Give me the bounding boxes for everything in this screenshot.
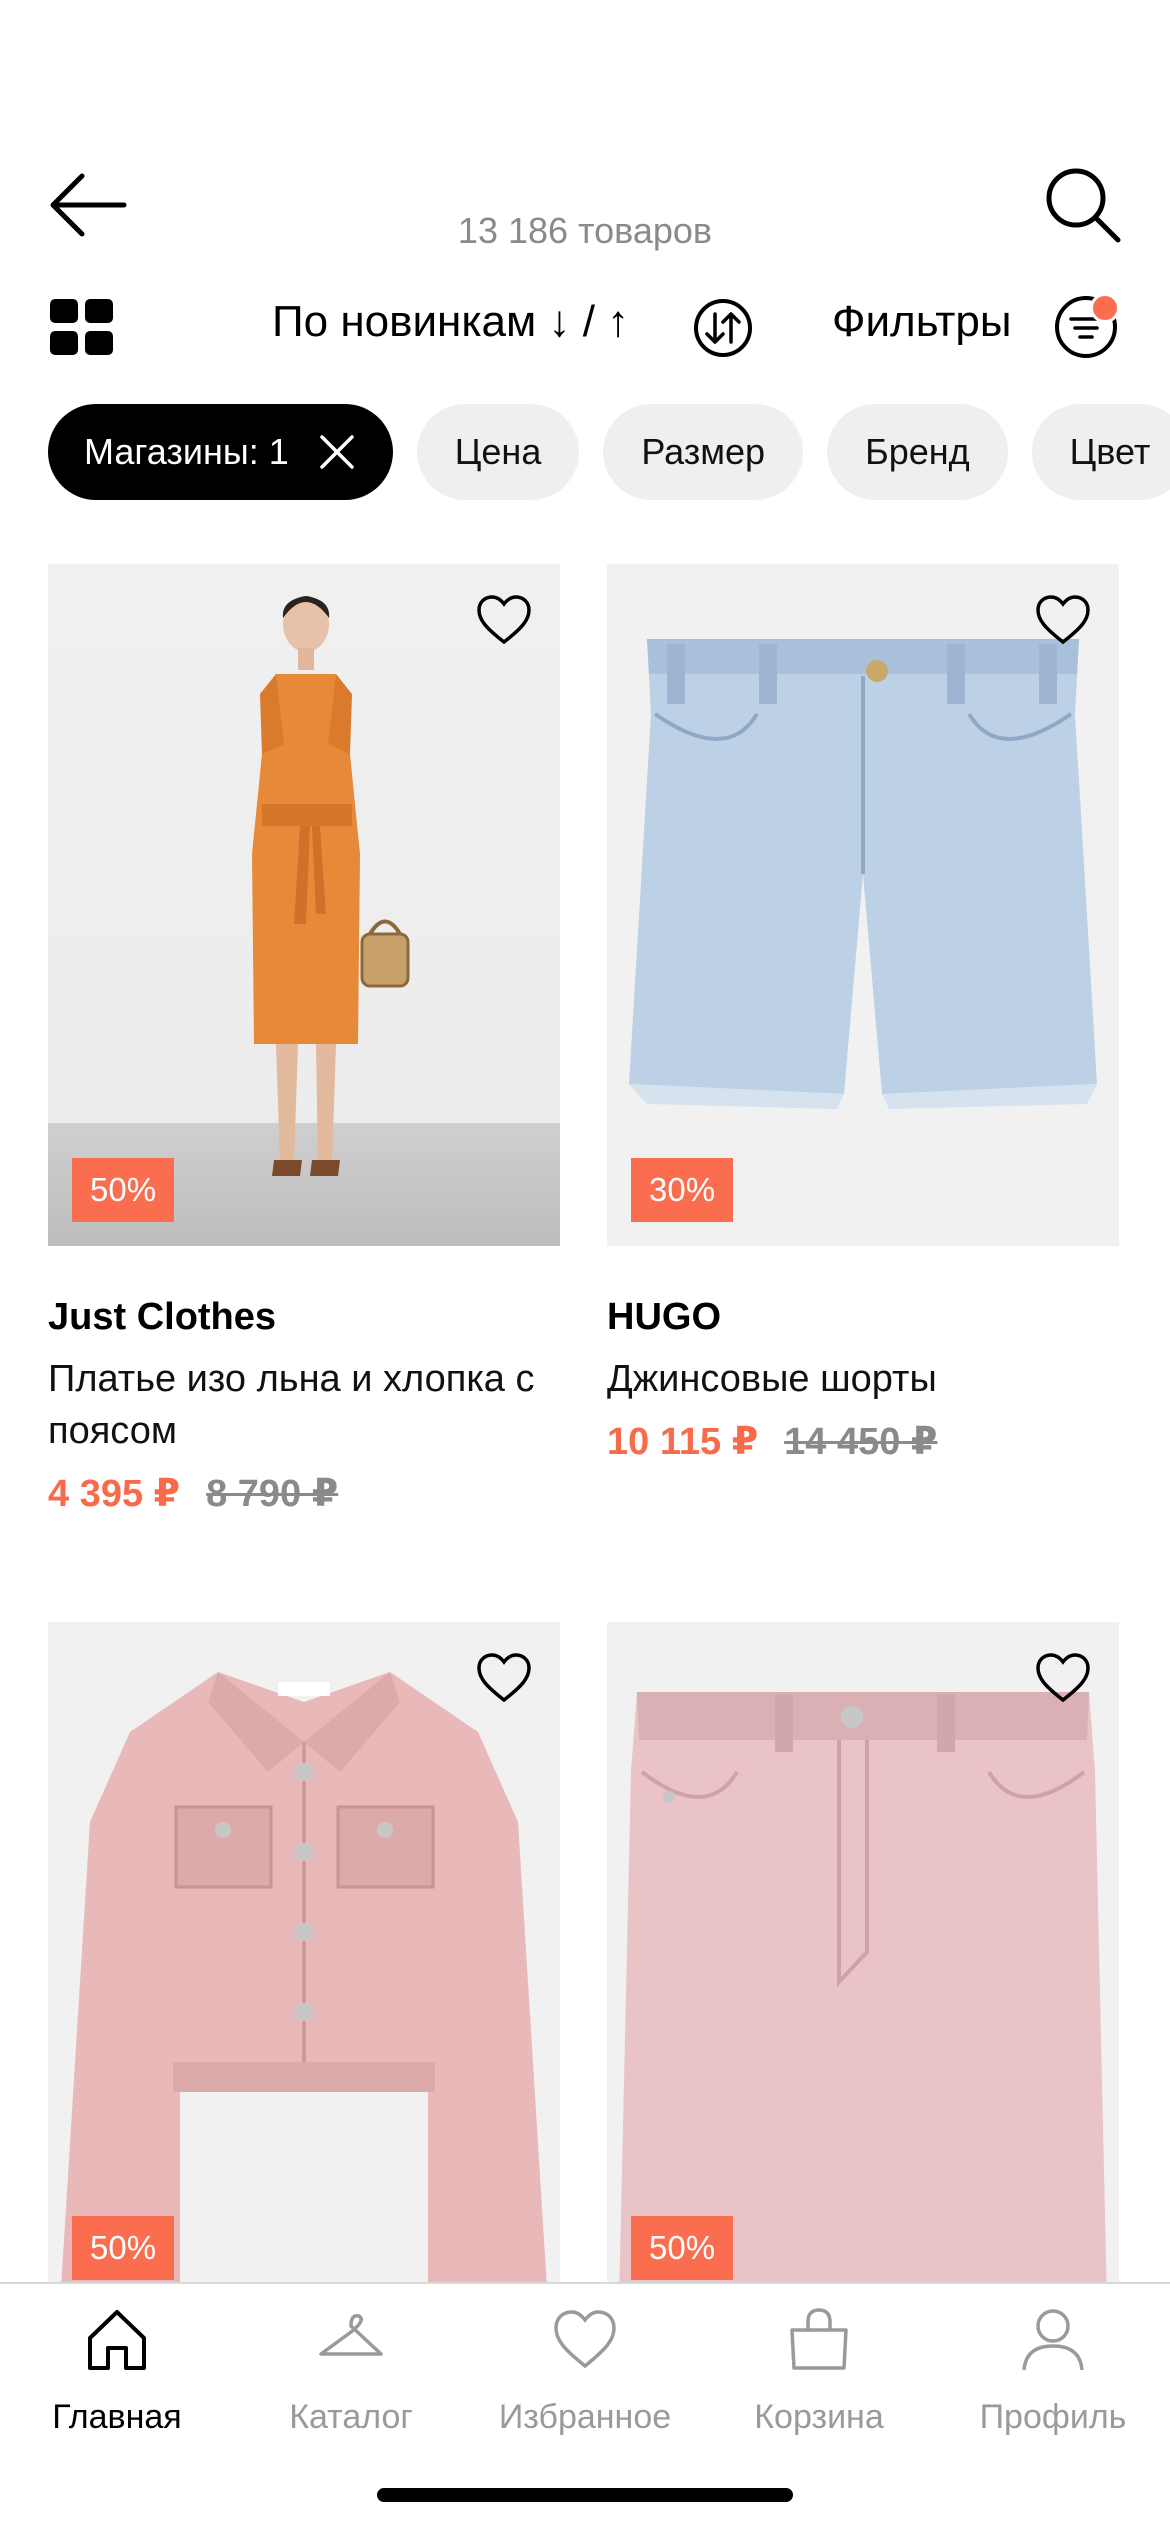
product-image[interactable]: 50% [48, 1622, 560, 2304]
tab-label: Профиль [979, 2398, 1127, 2436]
product-image[interactable]: 50% [48, 564, 560, 1246]
heart-icon [554, 2310, 616, 2369]
dress-image [252, 596, 410, 1176]
grid-view-icon [50, 299, 78, 323]
heart-icon[interactable] [1035, 594, 1091, 646]
product-card[interactable]: 50% [48, 1622, 560, 2304]
product-card[interactable]: 50% [607, 1622, 1119, 2304]
discount-badge: 50% [72, 1158, 175, 1222]
product-image[interactable]: 50% [607, 1622, 1119, 2304]
discount-badge: 50% [72, 2216, 175, 2280]
product-card[interactable]: 30% HUGO Джинсовые шорты 10 115 ₽ 14 450… [607, 564, 1119, 1464]
product-price: 10 115 ₽ [607, 1421, 759, 1463]
tab-label: Главная [52, 2398, 182, 2436]
tab-favorites[interactable]: Избранное [468, 2304, 702, 2437]
chip-price[interactable]: Цена [416, 404, 580, 500]
tab-home[interactable]: Главная [0, 2304, 234, 2437]
hanger-icon [319, 2313, 383, 2356]
shorts-image [629, 639, 1097, 1109]
grid-view-toggle[interactable] [50, 299, 114, 355]
product-old-price: 8 790 ₽ [206, 1473, 339, 1515]
filter-chips: Магазины: 1 Цена Размер Бренд Цвет [48, 404, 1170, 500]
profile-icon [1022, 2309, 1084, 2371]
sort-filter-toolbar: По новинкам ↓ / ↑ Фильтры [0, 285, 1170, 370]
price-row: 4 395 ₽ 8 790 ₽ [48, 1471, 560, 1516]
jacket-image [60, 1672, 548, 2304]
tab-catalog[interactable]: Каталог [234, 2304, 468, 2437]
sort-direction-icon[interactable] [693, 298, 753, 358]
heart-icon[interactable] [476, 1652, 532, 1704]
heart-icon[interactable] [1035, 1652, 1091, 1704]
sort-dropdown[interactable]: По новинкам ↓ / ↑ [272, 297, 629, 347]
price-row: 10 115 ₽ 14 450 ₽ [607, 1419, 1119, 1464]
bag-icon [790, 2308, 848, 2370]
discount-badge: 50% [631, 2216, 734, 2280]
search-icon [1046, 168, 1120, 243]
product-card[interactable]: 50% Just Clothes Платье изо льна и хлопк… [48, 564, 560, 1516]
product-brand: Just Clothes [48, 1296, 277, 1338]
tab-label: Корзина [754, 2398, 884, 2436]
search-button[interactable] [1035, 160, 1130, 250]
close-icon[interactable] [319, 434, 355, 470]
tab-label: Избранное [498, 2398, 672, 2436]
tab-label: Каталог [289, 2398, 413, 2436]
product-old-price: 14 450 ₽ [784, 1421, 938, 1463]
home-icon [88, 2310, 146, 2370]
product-image[interactable]: 30% [607, 564, 1119, 1246]
chip-label: Магазины: 1 [84, 431, 289, 472]
chip-brand[interactable]: Бренд [827, 404, 1008, 500]
tab-profile[interactable]: Профиль [936, 2304, 1170, 2437]
product-brand: HUGO [607, 1296, 721, 1338]
tab-cart[interactable]: Корзина [702, 2304, 936, 2437]
filters-button[interactable]: Фильтры [832, 297, 1011, 347]
chip-size[interactable]: Размер [603, 404, 804, 500]
product-title: Платье изо льна и хлопка с поясом [48, 1358, 535, 1452]
skirt-image [619, 1692, 1107, 2304]
items-count: 13 186 товаров [457, 210, 713, 251]
product-price: 4 395 ₽ [48, 1473, 181, 1515]
chip-color[interactable]: Цвет [1031, 404, 1170, 500]
product-title: Джинсовые шорты [607, 1358, 937, 1400]
chip-stores[interactable]: Магазины: 1 [48, 404, 393, 500]
filters-active-dot [1090, 293, 1120, 323]
home-indicator [377, 2488, 793, 2502]
discount-badge: 30% [631, 1158, 734, 1222]
heart-icon[interactable] [476, 594, 532, 646]
